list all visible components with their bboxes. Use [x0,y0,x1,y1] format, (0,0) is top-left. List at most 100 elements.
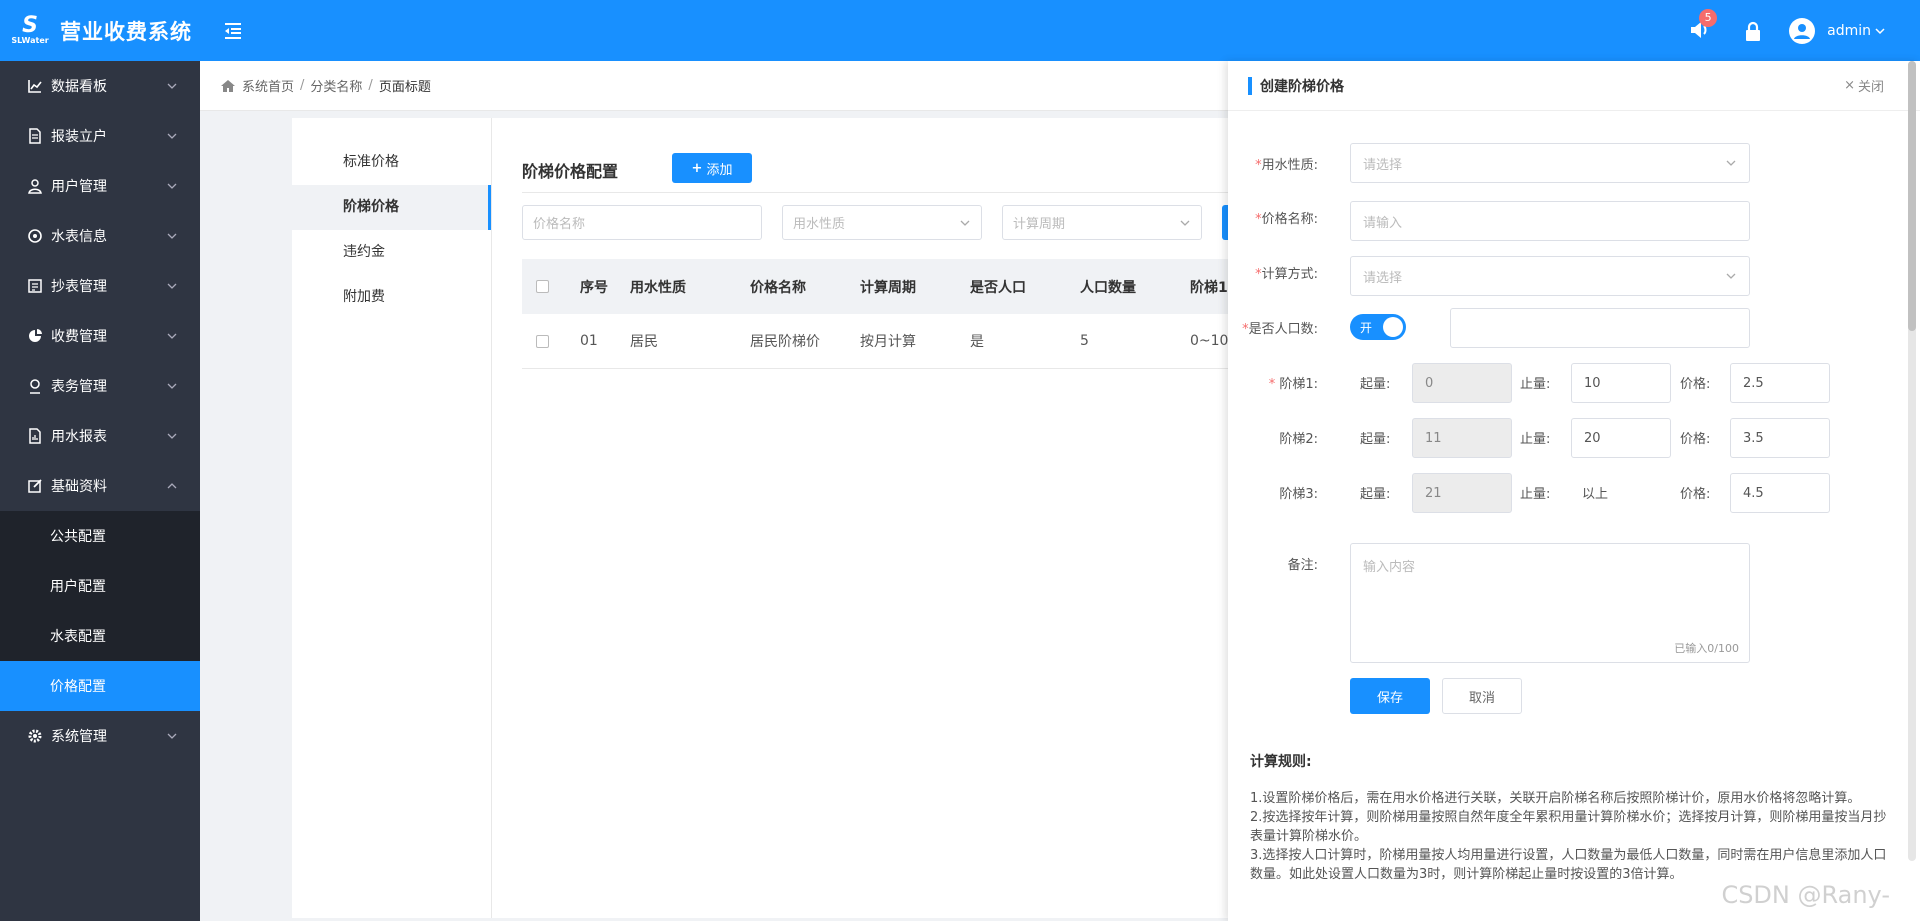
notification-badge: 5 [1699,8,1718,27]
nav-tiered-price[interactable]: 阶梯价格 [292,185,491,230]
chevron-down-icon [167,233,177,239]
tier1-price-value: 2.5 [1743,375,1764,391]
column-header: 用水性质 [630,279,686,296]
lock-icon[interactable] [1743,20,1763,42]
tier1-end-input[interactable]: 10 [1571,363,1671,403]
chevron-down-icon [167,333,177,339]
water-type-placeholder: 请选择 [1363,157,1403,173]
sidebar-item-installation[interactable]: 报装立户 [0,111,200,161]
water-type-filter[interactable]: 用水性质 [782,205,982,240]
tier3-price-label: 价格: [1680,487,1711,502]
sidebar-item-user-management[interactable]: 用户管理 [0,161,200,211]
tier1-start-input: 0 [1412,363,1512,403]
cancel-button[interactable]: 取消 [1442,678,1522,714]
table-cell: 是 [970,334,984,350]
column-header: 计算周期 [860,279,916,296]
tier1-end-label: 止量: [1520,377,1551,392]
chevron-down-icon [960,220,970,226]
tier3-price-input[interactable]: 4.5 [1730,473,1830,513]
close-label: 关闭 [1857,80,1884,95]
toggle-label: 开 [1360,320,1373,335]
chevron-down-icon [167,83,177,89]
population-input[interactable] [1450,308,1750,348]
sidebar-item-billing[interactable]: 收费管理 [0,311,200,361]
tier2-end-label: 止量: [1520,432,1551,447]
sidebar-item-meter-reading[interactable]: 抄表管理 [0,261,200,311]
add-button[interactable]: + 添加 [672,153,752,183]
chevron-down-icon [167,133,177,139]
table-header: 序号 用水性质 价格名称 计算周期 是否人口 人口数量 阶梯1 [522,259,1242,314]
chevron-down-icon [1180,220,1190,226]
notification-button[interactable]: 5 [1689,8,1718,43]
close-icon: × [1844,78,1855,93]
breadcrumb: 系统首页 / 分类名称 / 页面标题 [200,61,1240,111]
user-avatar-icon [1794,23,1811,39]
sidebar-subitem-user-config[interactable]: 用户配置 [0,561,200,611]
sidebar-subitem-public-config[interactable]: 公共配置 [0,511,200,561]
calc-method-label: *计算方式: [1255,267,1318,282]
collapse-menu-icon[interactable] [222,20,244,42]
submenu-basic-data: 公共配置 用户配置 水表配置 价格配置 [0,511,200,711]
logo: S SLWater 营业收费系统 [0,0,200,61]
user-name: admin [1827,22,1871,39]
drawer-header: 创建阶梯价格 × 关闭 [1228,61,1920,111]
sidebar-item-label: 用水报表 [51,429,107,445]
sidebar-item-meter-service[interactable]: 表务管理 [0,361,200,411]
price-name-filter[interactable]: 价格名称 [522,205,762,240]
sidebar-subitem-meter-config[interactable]: 水表配置 [0,611,200,661]
avatar[interactable] [1789,17,1816,44]
rule-item: 2.按选择按年计算，则阶梯用量按照自然年度全年累积用量计算阶梯水价；选择按月计算… [1250,810,1887,844]
gear-icon [28,729,42,743]
save-button[interactable]: 保存 [1350,678,1430,714]
sidebar-item-label: 系统管理 [51,729,107,745]
table-row[interactable]: 01 居民 居民阶梯价 按月计算 是 5 0~10( [522,314,1242,369]
price-name-label: *价格名称: [1255,212,1318,227]
tier3-start-value: 21 [1425,485,1442,501]
select-all-checkbox[interactable] [536,280,549,293]
chevron-down-icon [167,183,177,189]
population-toggle[interactable]: 开 [1350,314,1406,340]
document-icon [29,128,41,144]
sidebar-item-dashboard[interactable]: 数据看板 [0,61,200,111]
main-panel: 阶梯价格配置 + 添加 价格名称 用水性质 计算周期 序号 用水性质 价格名称 … [522,118,1242,918]
top-bar: S SLWater 营业收费系统 5 admin [0,0,1920,61]
divider [522,192,1242,193]
meter-icon [28,229,42,243]
tier1-label: * 阶梯1: [1268,377,1318,392]
price-name-input[interactable]: 请输入 [1350,201,1750,241]
sidebar-item-meter-info[interactable]: 水表信息 [0,211,200,261]
remark-textarea[interactable]: 输入内容 已输入0/100 [1350,543,1750,663]
sidebar-item-label: 抄表管理 [51,279,107,295]
sidebar-subitem-price-config[interactable]: 价格配置 [0,661,200,711]
edit-icon [28,479,42,493]
sidebar-item-system[interactable]: 系统管理 [0,711,200,761]
cycle-filter[interactable]: 计算周期 [1002,205,1202,240]
water-type-select[interactable]: 请选择 [1350,143,1750,183]
table-cell: 5 [1080,333,1089,349]
tier1-price-input[interactable]: 2.5 [1730,363,1830,403]
breadcrumb-category[interactable]: 分类名称 [310,76,362,95]
sidebar-item-water-report[interactable]: 用水报表 [0,411,200,461]
sidebar-item-label: 收费管理 [51,329,107,345]
user-menu[interactable]: admin [1827,23,1886,39]
close-button[interactable]: × 关闭 [1844,76,1884,95]
watermark: CSDN @Rany- [1721,881,1890,909]
title-accent [1248,76,1252,95]
table-cell: 居民 [630,334,658,350]
sidebar-item-basic-data[interactable]: 基础资料 [0,461,200,511]
tier1-start-label: 起量: [1360,377,1391,392]
scrollbar-thumb[interactable] [1908,61,1916,331]
calc-method-select[interactable]: 请选择 [1350,256,1750,296]
row-checkbox[interactable] [536,334,549,348]
sidebar-item-label: 用户管理 [51,179,107,195]
rules-title: 计算规则: [1250,754,1312,770]
sidebar-item-label: 数据看板 [51,79,107,95]
nav-standard-price[interactable]: 标准价格 [292,140,491,185]
content-card: 标准价格 阶梯价格 违约金 附加费 阶梯价格配置 + 添加 价格名称 用水性质 … [292,118,1242,918]
breadcrumb-home[interactable]: 系统首页 [242,76,294,95]
nav-late-fee[interactable]: 违约金 [292,230,491,275]
nav-surcharge[interactable]: 附加费 [292,275,491,320]
tier2-end-input[interactable]: 20 [1571,418,1671,458]
chevron-down-icon [1875,27,1885,34]
tier2-price-input[interactable]: 3.5 [1730,418,1830,458]
